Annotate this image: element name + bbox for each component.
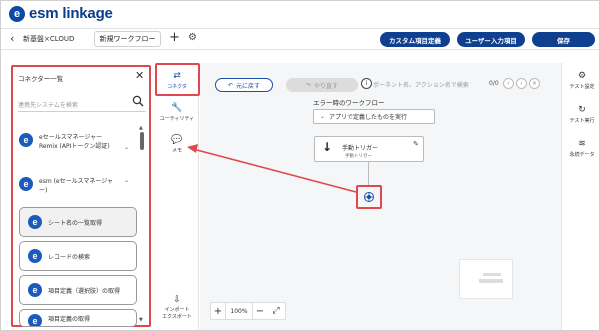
down-arrow-icon: ↓: [322, 140, 333, 154]
operation-logo-icon: e: [28, 249, 42, 263]
operation-item[interactable]: e シート名の一覧取得: [19, 207, 137, 237]
redo-label: やり直す: [314, 82, 339, 90]
connector-item[interactable]: e esm (eセールスマネージャー): [19, 177, 137, 195]
right-item-test-settings[interactable]: ⚙ テスト設定: [562, 71, 599, 90]
connector-name: eセールスマネージャーRemix (APIトークン認証): [39, 134, 110, 150]
operation-label: 項目定義（選択肢）の取得: [48, 287, 121, 295]
chevron-down-icon[interactable]: ⌄: [124, 144, 129, 151]
connector-name: esm (eセールスマネージャー): [39, 178, 114, 194]
minimap-node: [483, 273, 501, 276]
nav-item-utility[interactable]: 🔧 ユーティリティ: [155, 103, 199, 122]
operation-logo-icon: e: [28, 215, 42, 229]
logo-mark-icon: e: [9, 5, 25, 22]
operation-label: シート名の一覧取得: [48, 219, 103, 227]
save-button[interactable]: 保存: [532, 32, 595, 47]
operation-item[interactable]: e レコードの検索: [19, 241, 137, 271]
database-icon: ≋: [578, 139, 586, 149]
app-window: e esm linkage ‹ 新基盤×CLOUD 新規ワークフロー + ⚙ カ…: [0, 0, 600, 331]
zoom-level: 100%: [225, 303, 253, 319]
chevron-down-icon: ⌄: [320, 113, 326, 120]
operation-item[interactable]: e 項目定義（選択肢）の取得: [19, 275, 137, 305]
operation-logo-icon: e: [28, 314, 42, 326]
edit-icon[interactable]: ✎: [413, 140, 419, 148]
operation-logo-icon: e: [28, 283, 42, 297]
nav-item-memo[interactable]: 💬 メモ: [155, 135, 199, 154]
side-nav: ⇄ コネクタ 🔧 ユーティリティ 💬 メモ ⇩ インポート エクスポート: [155, 63, 199, 330]
app-logo: e esm linkage: [9, 5, 113, 22]
next-result-icon[interactable]: ›: [516, 78, 527, 89]
nav-label: ユーティリティ: [159, 116, 195, 122]
custom-fields-button[interactable]: カスタム項目定義: [380, 32, 450, 47]
right-item-label: テスト実行: [569, 118, 595, 124]
connector-line: [368, 162, 369, 186]
undo-label: 元に戻す: [236, 82, 261, 90]
comment-icon: 💬: [171, 135, 183, 145]
nav-label: インポート エクスポート: [162, 307, 192, 320]
operation-item[interactable]: e 項目定義の取得: [19, 309, 137, 327]
logo-text: esm linkage: [29, 5, 113, 22]
clear-search-icon[interactable]: ×: [529, 78, 540, 89]
zoom-out-button[interactable]: −: [253, 306, 267, 317]
nav-label: メモ: [171, 148, 182, 154]
right-item-label: テスト設定: [569, 84, 595, 90]
panel-title: コネクター一覧: [18, 75, 64, 83]
settings-icon: ⚙: [577, 71, 587, 81]
scrollbar-thumb[interactable]: [140, 132, 144, 150]
connector-logo-icon: e: [19, 177, 33, 191]
error-flow-label: エラー時のワークフロー: [313, 99, 385, 107]
operation-label: レコードの検索: [48, 253, 91, 261]
nav-item-import-export[interactable]: ⇩ インポート エクスポート: [155, 295, 199, 321]
operation-label: 項目定義の取得: [48, 316, 91, 323]
redo-button[interactable]: ↷ やり直す: [286, 78, 358, 92]
test-run-icon: ↻: [578, 105, 586, 115]
add-step-button[interactable]: [364, 192, 374, 202]
scroll-down-icon[interactable]: ▼: [139, 317, 143, 323]
undo-icon: ↶: [227, 81, 233, 89]
search-icon[interactable]: [132, 95, 144, 107]
import-export-icon: ⇩: [173, 295, 181, 305]
zoom-in-button[interactable]: +: [211, 306, 225, 317]
minimap-node: [479, 279, 503, 283]
redo-icon: ↷: [305, 81, 311, 89]
right-item-persistent-data[interactable]: ≋ 永続データ: [562, 139, 599, 158]
user-input-button[interactable]: ユーザー入力項目: [457, 32, 525, 47]
component-search-input[interactable]: ポーネント名、アクション名で検索: [373, 80, 469, 89]
error-flow-value: アプリで定義したものを実行: [329, 114, 408, 121]
workflow-toolbar: ‹ 新基盤×CLOUD 新規ワークフロー + ⚙ カスタム項目定義 ユーザー入力…: [1, 28, 599, 50]
scroll-up-icon[interactable]: ▲: [139, 125, 143, 131]
close-icon[interactable]: ✕: [135, 69, 144, 82]
right-item-label: 永続データ: [569, 152, 595, 158]
info-icon[interactable]: i: [361, 78, 372, 89]
trigger-subtitle: 手動トリガー: [345, 154, 372, 159]
gear-icon[interactable]: ⚙: [188, 32, 197, 43]
connector-item[interactable]: e eセールスマネージャーRemix (APIトークン認証): [19, 133, 137, 151]
trigger-title: 手動トリガー: [342, 145, 379, 152]
fit-view-icon[interactable]: ⤢: [267, 306, 285, 316]
manual-trigger-node[interactable]: ↓ 手動トリガー 手動トリガー ✎: [314, 136, 424, 162]
wrench-icon: 🔧: [171, 103, 183, 113]
prev-result-icon[interactable]: ‹: [503, 78, 514, 89]
connector-panel: コネクター一覧 ✕ 連携先システムを検索 ▲ ▼ e eセールスマネージャーRe…: [11, 65, 151, 327]
active-nav-highlight: [155, 63, 200, 96]
search-underline: [18, 111, 146, 112]
connector-search-input[interactable]: 連携先システムを検索: [18, 100, 78, 109]
add-tab-button[interactable]: +: [169, 30, 180, 45]
error-flow-select[interactable]: ⌄ アプリで定義したものを実行: [313, 109, 435, 124]
right-panel: ⚙ テスト設定 ↻ テスト実行 ≋ 永続データ: [561, 63, 599, 330]
top-bar: e esm linkage: [1, 1, 599, 27]
undo-button[interactable]: ↶ 元に戻す: [215, 78, 273, 92]
add-step-icon: [365, 193, 373, 201]
search-count: 0/0: [489, 80, 499, 87]
zoom-controls: + 100% − ⤢: [210, 302, 286, 320]
right-item-test-run[interactable]: ↻ テスト実行: [562, 105, 599, 124]
connector-logo-icon: e: [19, 133, 33, 147]
project-name: 新基盤×CLOUD: [23, 35, 75, 43]
chevron-left-icon[interactable]: ‹: [10, 32, 14, 45]
tab-workflow[interactable]: 新規ワークフロー: [94, 31, 161, 47]
chevron-up-icon[interactable]: ⌃: [124, 180, 129, 187]
